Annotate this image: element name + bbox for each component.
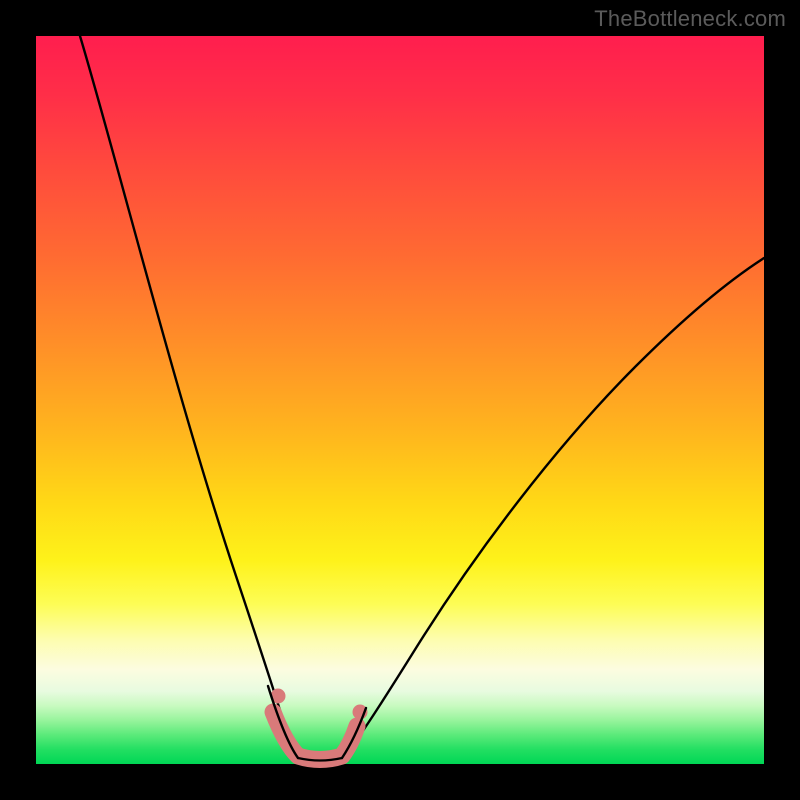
- chart-frame: TheBottleneck.com: [0, 0, 800, 800]
- curve-right-branch: [342, 258, 764, 758]
- watermark-text: TheBottleneck.com: [594, 6, 786, 32]
- curve-layer: [36, 36, 764, 764]
- plot-area: [36, 36, 764, 764]
- curve-left-branch: [80, 36, 298, 758]
